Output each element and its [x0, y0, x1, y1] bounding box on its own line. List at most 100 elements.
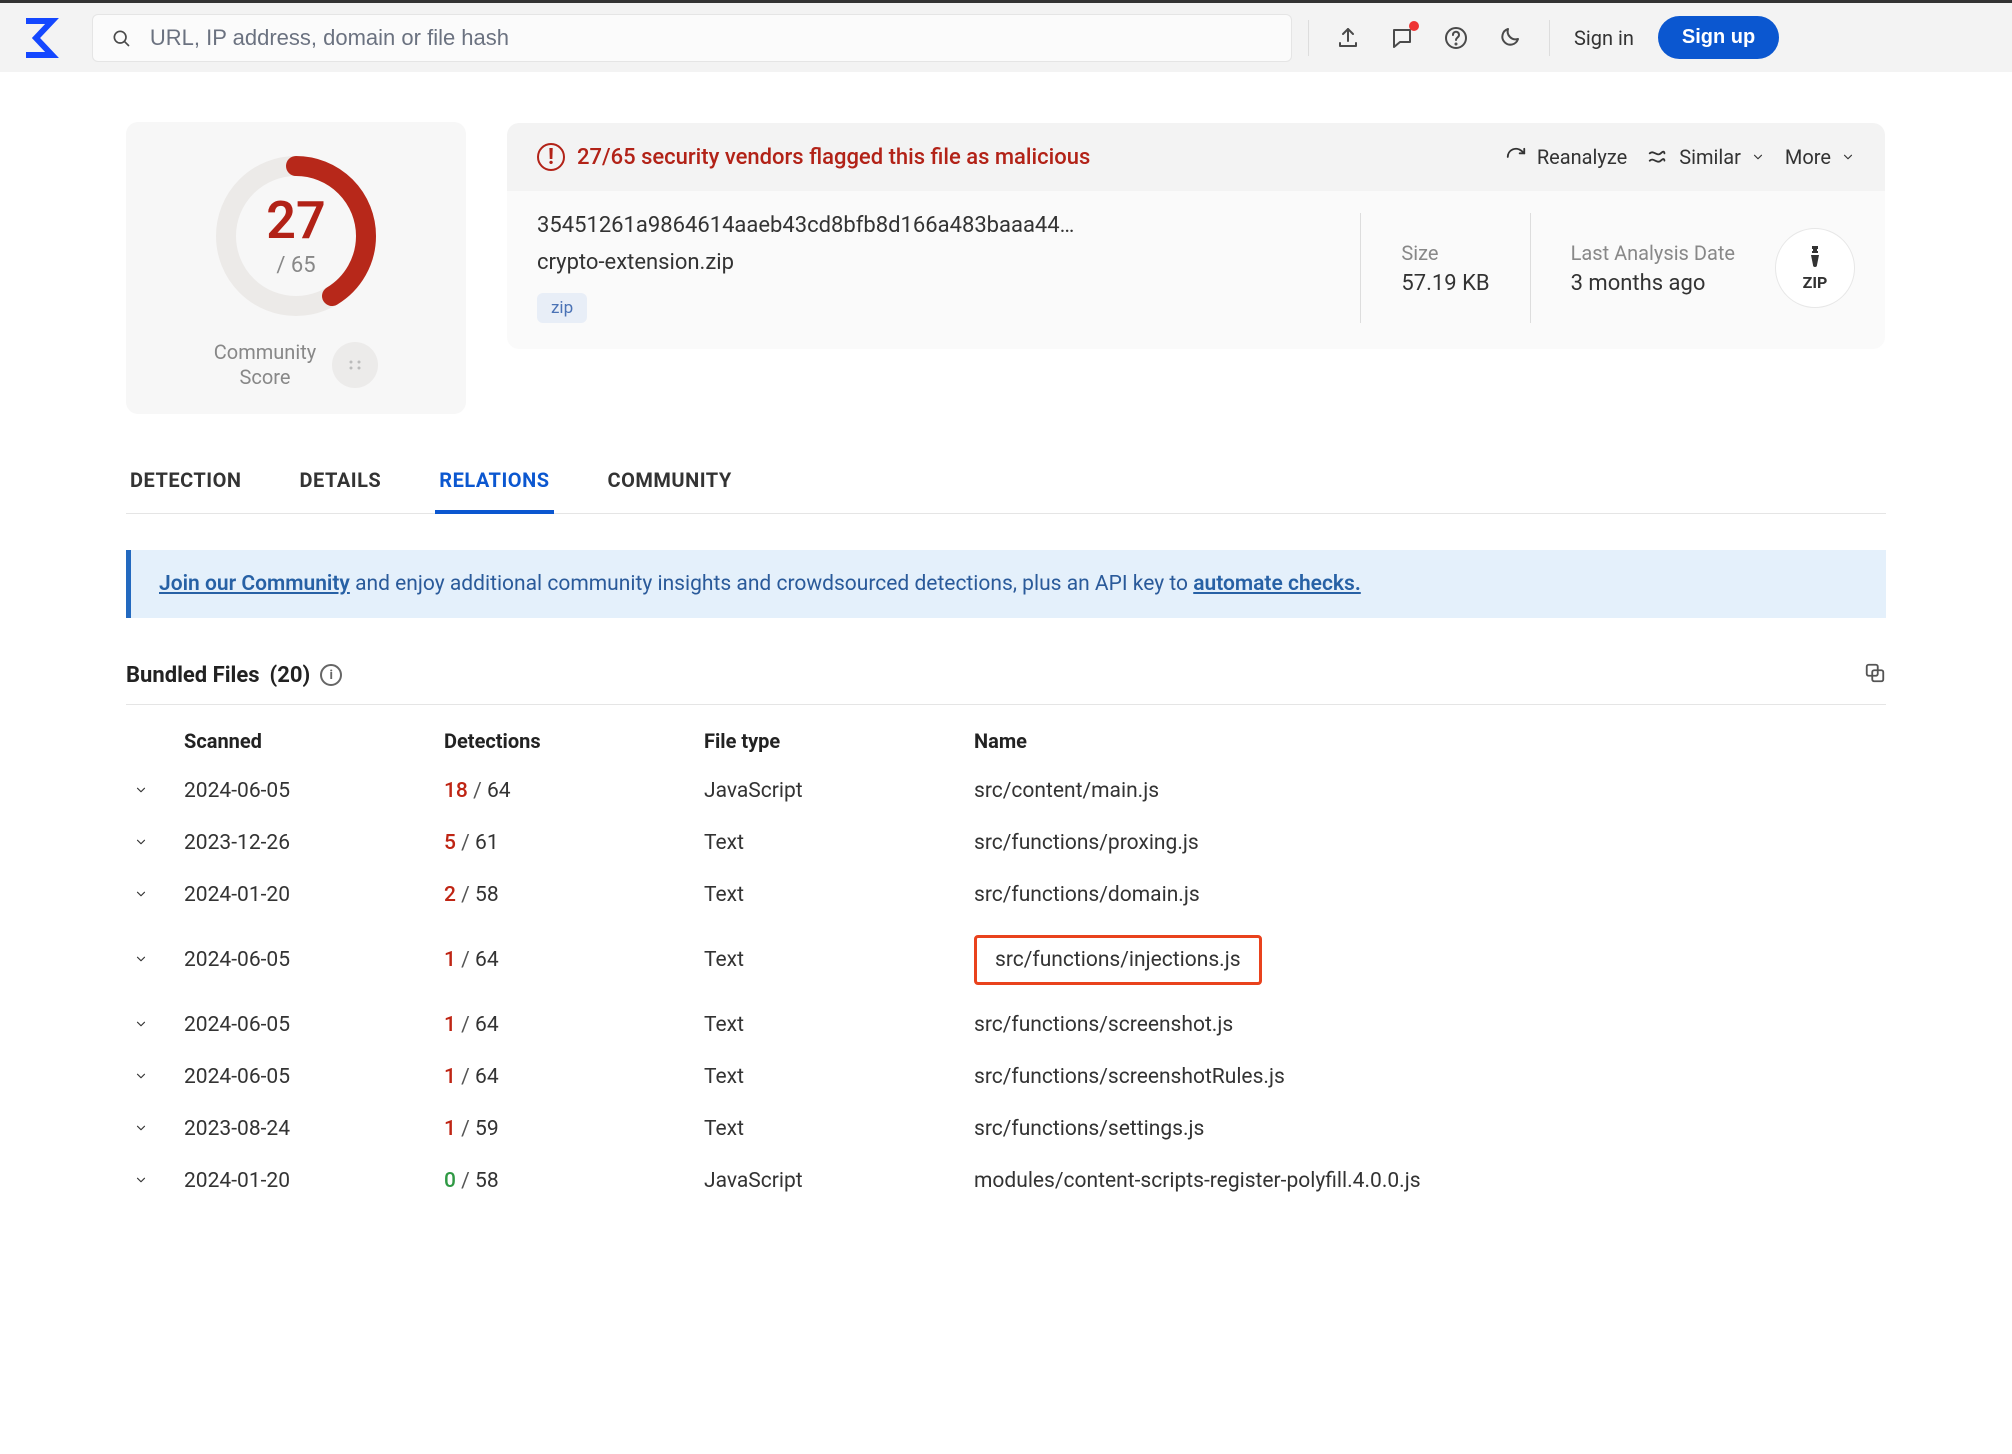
message-icon[interactable] — [1387, 23, 1417, 53]
table-row[interactable]: 2024-06-05 1 / 64 Text src/functions/scr… — [126, 999, 1886, 1051]
col-name: Name — [966, 711, 1886, 765]
table-row[interactable]: 2024-06-05 1 / 64 Text src/functions/scr… — [126, 1051, 1886, 1103]
signin-link[interactable]: Sign in — [1574, 26, 1634, 50]
file-path: src/functions/domain.js — [974, 883, 1200, 907]
scanned-date: 2023-12-26 — [176, 817, 436, 869]
tab-community[interactable]: COMMUNITY — [604, 468, 736, 513]
theme-icon[interactable] — [1495, 23, 1525, 53]
expand-chevron-icon[interactable] — [126, 999, 176, 1051]
section-title-text: Bundled Files — [126, 663, 260, 688]
table-row[interactable]: 2024-01-20 2 / 58 Text src/functions/dom… — [126, 869, 1886, 921]
similar-button[interactable]: Similar — [1647, 145, 1765, 169]
file-tag[interactable]: zip — [537, 293, 587, 323]
file-ident: 35451261a9864614aaeb43cd8bfb8d166a483baa… — [537, 213, 1320, 323]
section-count: (20) — [270, 663, 311, 688]
community-banner: Join our Community and enjoy additional … — [126, 550, 1886, 618]
copy-icon[interactable] — [1864, 662, 1886, 688]
divider — [1308, 20, 1309, 56]
expand-chevron-icon[interactable] — [126, 869, 176, 921]
file-path: src/functions/settings.js — [974, 1117, 1204, 1141]
divider — [1360, 213, 1361, 323]
expand-chevron-icon[interactable] — [126, 1103, 176, 1155]
notification-dot — [1409, 21, 1419, 31]
logo[interactable] — [18, 14, 76, 62]
help-icon[interactable] — [1441, 23, 1471, 53]
tab-relations[interactable]: RELATIONS — [435, 468, 553, 514]
signup-button[interactable]: Sign up — [1658, 16, 1779, 59]
score-card: 27 / 65 CommunityScore — [126, 122, 466, 414]
bundled-files-table: Scanned Detections File type Name 2024-0… — [126, 711, 1886, 1207]
more-button[interactable]: More — [1785, 145, 1855, 169]
file-path: src/functions/screenshotRules.js — [974, 1065, 1285, 1089]
detections-cell: 1 / 59 — [436, 1103, 696, 1155]
tabs: DETECTION DETAILS RELATIONS COMMUNITY — [126, 468, 1886, 514]
scanned-date: 2023-08-24 — [176, 1103, 436, 1155]
topbar: Sign in Sign up — [0, 0, 2012, 72]
detections-cell: 1 / 64 — [436, 999, 696, 1051]
detections-cell: 2 / 58 — [436, 869, 696, 921]
expand-chevron-icon[interactable] — [126, 817, 176, 869]
file-hash: 35451261a9864614aaeb43cd8bfb8d166a483baa… — [537, 213, 1320, 238]
col-scanned: Scanned — [176, 711, 436, 765]
scanned-date: 2024-06-05 — [176, 999, 436, 1051]
malicious-flag: ! 27/65 security vendors flagged this fi… — [537, 143, 1090, 171]
table-row[interactable]: 2024-06-05 18 / 64 JavaScript src/conten… — [126, 765, 1886, 817]
community-score-label: CommunityScore — [214, 340, 316, 390]
summary-row: 27 / 65 CommunityScore ! 27/65 security … — [126, 122, 1886, 414]
detections-cell: 5 / 61 — [436, 817, 696, 869]
community-score-toggle[interactable] — [332, 342, 378, 388]
filetype-cell: Text — [696, 869, 966, 921]
filetype-cell: Text — [696, 999, 966, 1051]
filetype-cell: JavaScript — [696, 1155, 966, 1207]
score-ring: 27 / 65 — [206, 146, 386, 326]
alert-icon: ! — [537, 143, 565, 171]
divider — [1549, 20, 1550, 56]
file-path: src/functions/proxing.js — [974, 831, 1199, 855]
search-box[interactable] — [92, 14, 1292, 62]
file-path: src/functions/screenshot.js — [974, 1013, 1233, 1037]
detections-cell: 0 / 58 — [436, 1155, 696, 1207]
search-input[interactable] — [150, 25, 1277, 51]
search-icon — [107, 23, 136, 53]
file-name: crypto-extension.zip — [537, 250, 1320, 275]
table-row[interactable]: 2024-01-20 0 / 58 JavaScript modules/con… — [126, 1155, 1886, 1207]
join-community-link[interactable]: Join our Community — [159, 572, 350, 596]
file-path: src/content/main.js — [974, 779, 1159, 803]
expand-chevron-icon[interactable] — [126, 921, 176, 999]
score-denominator: / 65 — [276, 253, 315, 278]
table-row[interactable]: 2023-12-26 5 / 61 Text src/functions/pro… — [126, 817, 1886, 869]
filetype-cell: Text — [696, 921, 966, 999]
scanned-date: 2024-06-05 — [176, 921, 436, 999]
file-size: Size 57.19 KB — [1401, 241, 1489, 296]
info-icon[interactable]: i — [320, 664, 342, 686]
filetype-cell: Text — [696, 1103, 966, 1155]
detections-cell: 18 / 64 — [436, 765, 696, 817]
col-detections: Detections — [436, 711, 696, 765]
filetype-cell: Text — [696, 1051, 966, 1103]
expand-chevron-icon[interactable] — [126, 1155, 176, 1207]
detections-cell: 1 / 64 — [436, 1051, 696, 1103]
filetype-cell: Text — [696, 817, 966, 869]
file-path: src/functions/injections.js — [974, 935, 1262, 985]
expand-chevron-icon[interactable] — [126, 765, 176, 817]
automate-checks-link[interactable]: automate checks. — [1193, 572, 1361, 596]
table-row[interactable]: 2024-06-05 1 / 64 Text src/functions/inj… — [126, 921, 1886, 999]
file-info-card: ! 27/65 security vendors flagged this fi… — [506, 122, 1886, 414]
last-analysis: Last Analysis Date 3 months ago — [1571, 241, 1735, 296]
upload-icon[interactable] — [1333, 23, 1363, 53]
scanned-date: 2024-01-20 — [176, 869, 436, 921]
bundled-files-header: Bundled Files (20) i — [126, 662, 1886, 705]
tab-details[interactable]: DETAILS — [296, 468, 386, 513]
scanned-date: 2024-06-05 — [176, 765, 436, 817]
expand-chevron-icon[interactable] — [126, 1051, 176, 1103]
info-header: ! 27/65 security vendors flagged this fi… — [507, 123, 1885, 191]
col-filetype: File type — [696, 711, 966, 765]
reanalyze-button[interactable]: Reanalyze — [1505, 145, 1627, 169]
scanned-date: 2024-06-05 — [176, 1051, 436, 1103]
table-row[interactable]: 2023-08-24 1 / 59 Text src/functions/set… — [126, 1103, 1886, 1155]
tab-detection[interactable]: DETECTION — [126, 468, 246, 513]
filetype-badge: ZIP — [1775, 228, 1855, 308]
divider — [1530, 213, 1531, 323]
scanned-date: 2024-01-20 — [176, 1155, 436, 1207]
file-path: modules/content-scripts-register-polyfil… — [974, 1169, 1421, 1193]
